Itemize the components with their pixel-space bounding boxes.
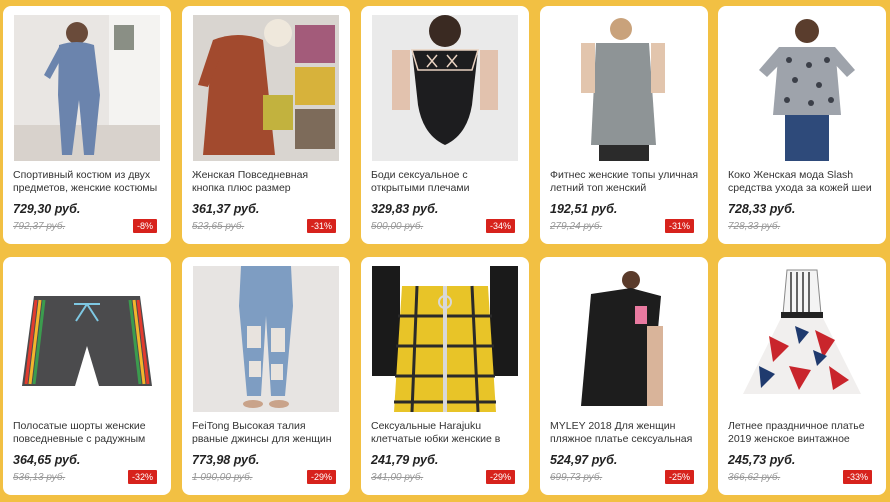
product-title[interactable]: Боди сексуальное с открытыми плечами: [371, 169, 521, 195]
product-image[interactable]: [551, 15, 697, 161]
product-image[interactable]: [193, 15, 339, 161]
product-title[interactable]: Коко Женская мода Slash средства ухода з…: [728, 169, 878, 195]
product-card[interactable]: Боди сексуальное с открытыми плечами 329…: [361, 6, 529, 244]
discount-badge: -31%: [306, 219, 336, 233]
product-card[interactable]: FeiTong Высокая талия рваные джинсы для …: [182, 257, 350, 495]
discount-badge: -34%: [485, 219, 515, 233]
product-card[interactable]: Женская Повседневная кнопка плюс размер …: [182, 6, 350, 244]
product-price: 192,51 руб.: [550, 202, 618, 216]
product-old-price: 279,24 руб.: [550, 221, 603, 232]
product-image[interactable]: [729, 15, 875, 161]
product-card[interactable]: Полосатые шорты женские повседневные с р…: [3, 257, 171, 495]
product-card[interactable]: Спортивный костюм из двух предметов, жен…: [3, 6, 171, 244]
product-price: 245,73 руб.: [728, 453, 796, 467]
product-price: 524,97 руб.: [550, 453, 618, 467]
product-image[interactable]: [14, 15, 160, 161]
product-price: 241,79 руб.: [371, 453, 439, 467]
product-image[interactable]: [551, 266, 697, 412]
product-title[interactable]: Сексуальные Harajuku клетчатые юбки женс…: [371, 420, 521, 446]
product-image[interactable]: [372, 15, 518, 161]
product-card[interactable]: Сексуальные Harajuku клетчатые юбки женс…: [361, 257, 529, 495]
discount-badge: -29%: [306, 470, 336, 484]
product-card[interactable]: Коко Женская мода Slash средства ухода з…: [718, 6, 886, 244]
product-card[interactable]: Фитнес женские топы уличная летний топ ж…: [540, 6, 708, 244]
product-title[interactable]: Летнее праздничное платье 2019 женское в…: [728, 420, 878, 446]
product-price: 329,83 руб.: [371, 202, 439, 216]
discount-badge: -25%: [664, 470, 694, 484]
discount-badge: -33%: [842, 470, 872, 484]
product-image[interactable]: [14, 266, 160, 412]
product-price: 361,37 руб.: [192, 202, 260, 216]
product-old-price: 728,33 руб.: [728, 221, 781, 232]
discount-badge: -31%: [664, 219, 694, 233]
discount-badge: -32%: [127, 470, 157, 484]
product-price: 364,65 руб.: [13, 453, 81, 467]
product-old-price: 500,00 руб.: [371, 221, 424, 232]
product-old-price: 536,13 руб.: [13, 472, 66, 483]
product-image[interactable]: [372, 266, 518, 412]
discount-badge: -8%: [132, 219, 157, 233]
product-title[interactable]: Спортивный костюм из двух предметов, жен…: [13, 169, 163, 195]
product-grid: Спортивный костюм из двух предметов, жен…: [0, 0, 890, 502]
product-title[interactable]: Женская Повседневная кнопка плюс размер …: [192, 169, 342, 195]
product-old-price: 341,00 руб.: [371, 472, 424, 483]
product-old-price: 366,62 руб.: [728, 472, 781, 483]
discount-badge: -29%: [485, 470, 515, 484]
product-title[interactable]: Полосатые шорты женские повседневные с р…: [13, 420, 163, 446]
product-title[interactable]: MYLEY 2018 Для женщин пляжное платье сек…: [550, 420, 700, 446]
product-price: 773,98 руб.: [192, 453, 260, 467]
product-title[interactable]: FeiTong Высокая талия рваные джинсы для …: [192, 420, 342, 446]
product-card[interactable]: MYLEY 2018 Для женщин пляжное платье сек…: [540, 257, 708, 495]
product-title[interactable]: Фитнес женские топы уличная летний топ ж…: [550, 169, 700, 195]
product-image[interactable]: [193, 266, 339, 412]
product-old-price: 1 090,00 руб.: [192, 472, 253, 483]
product-price: 728,33 руб.: [728, 202, 796, 216]
product-price: 729,30 руб.: [13, 202, 81, 216]
product-card[interactable]: Летнее праздничное платье 2019 женское в…: [718, 257, 886, 495]
product-image[interactable]: [729, 266, 875, 412]
product-old-price: 699,73 руб.: [550, 472, 603, 483]
product-old-price: 792,37 руб.: [13, 221, 66, 232]
product-old-price: 523,65 руб.: [192, 221, 245, 232]
